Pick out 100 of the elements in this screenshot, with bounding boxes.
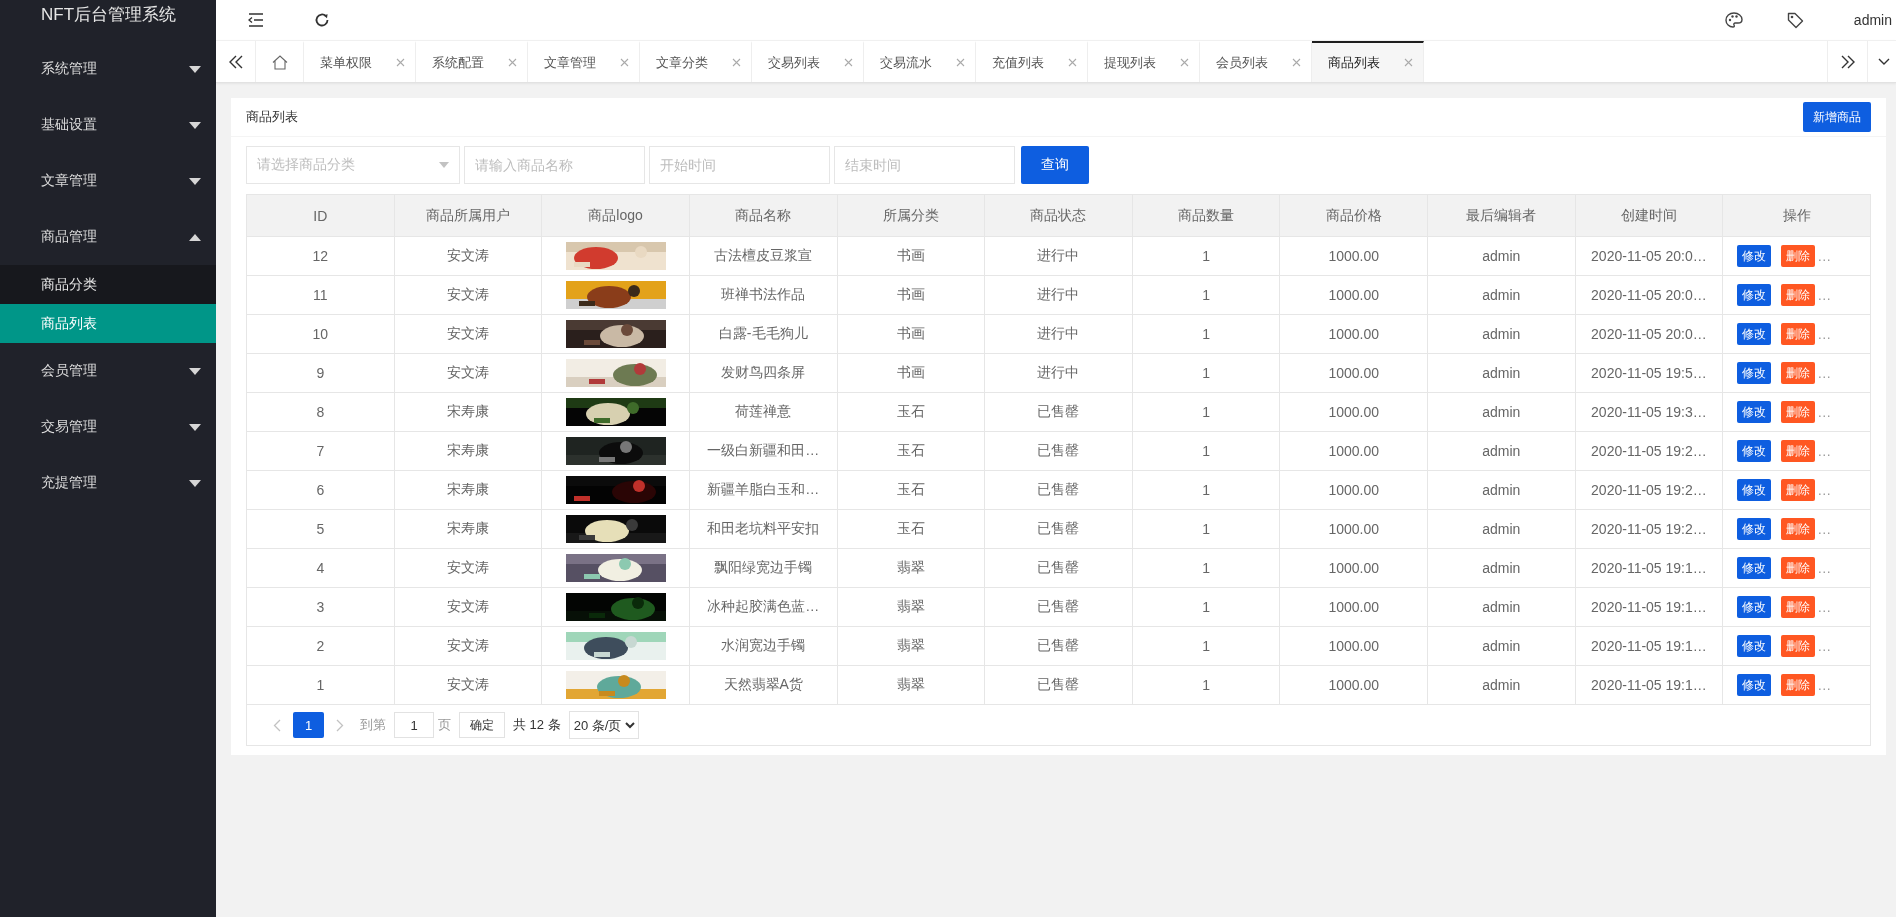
table-cell: 书画 — [837, 314, 985, 354]
palette-icon[interactable] — [1724, 12, 1743, 28]
name-input[interactable]: 请输入商品名称 — [464, 146, 645, 184]
close-icon[interactable] — [396, 58, 405, 67]
table-cell: 9 — [246, 353, 395, 393]
edit-button[interactable]: 修改 — [1737, 479, 1772, 501]
close-icon[interactable] — [620, 58, 629, 67]
table-cell: 进行中 — [984, 275, 1133, 315]
table-cell: 1 — [1132, 470, 1280, 510]
page-tab[interactable]: 菜单权限 — [304, 41, 416, 82]
page-tab[interactable]: 交易流水 — [864, 41, 976, 82]
delete-button[interactable]: 删除 — [1781, 401, 1816, 423]
close-icon[interactable] — [1068, 58, 1077, 67]
delete-button[interactable]: 删除 — [1781, 323, 1816, 345]
page-tab[interactable]: 系统配置 — [416, 41, 528, 82]
page-tab[interactable]: 交易列表 — [752, 41, 864, 82]
table-cell: 5 — [246, 509, 395, 549]
page-size-select[interactable]: 20 条/页 — [568, 711, 639, 739]
table-cell: 2020-11-05 19:1… — [1575, 587, 1723, 627]
menu-fold-icon[interactable] — [248, 13, 264, 27]
edit-button[interactable]: 修改 — [1737, 596, 1772, 618]
delete-button[interactable]: 删除 — [1781, 245, 1816, 267]
sidebar-item[interactable]: 充提管理 — [0, 455, 216, 511]
user-name[interactable]: admin — [1853, 12, 1892, 28]
goto-label: 到第 — [360, 716, 386, 734]
table-cell: 白露-毛毛狗儿 — [689, 314, 837, 354]
sidebar-item[interactable]: 交易管理 — [0, 399, 216, 455]
tag-icon[interactable] — [1786, 11, 1804, 29]
close-icon[interactable] — [844, 58, 853, 67]
edit-button[interactable]: 修改 — [1737, 557, 1772, 579]
edit-button[interactable]: 修改 — [1737, 323, 1772, 345]
edit-button[interactable]: 修改 — [1737, 284, 1772, 306]
close-icon[interactable] — [732, 58, 741, 67]
close-icon[interactable] — [508, 58, 517, 67]
delete-button[interactable]: 删除 — [1781, 635, 1816, 657]
edit-button[interactable]: 修改 — [1737, 362, 1772, 384]
edit-button[interactable]: 修改 — [1737, 245, 1772, 267]
edit-button[interactable]: 修改 — [1737, 518, 1772, 540]
sidebar-item[interactable]: 会员管理 — [0, 343, 216, 399]
page-button[interactable]: 1 — [293, 712, 324, 738]
column-header: 所属分类 — [837, 194, 985, 237]
delete-button[interactable]: 删除 — [1781, 674, 1816, 696]
table-cell: 翡翠 — [837, 548, 985, 588]
page-tab[interactable]: 文章分类 — [640, 41, 752, 82]
sidebar-subitem[interactable]: 商品列表 — [0, 304, 216, 343]
sidebar-subitem[interactable]: 商品分类 — [0, 265, 216, 304]
sidebar-item[interactable]: 系统管理 — [0, 41, 216, 97]
table-cell: admin — [1427, 314, 1576, 354]
close-icon[interactable] — [956, 58, 965, 67]
previous-page-icon[interactable] — [273, 718, 281, 732]
page-tab[interactable]: 提现列表 — [1088, 41, 1200, 82]
table-cell: 安文涛 — [394, 587, 542, 627]
page-tab[interactable]: 商品列表 — [1312, 41, 1424, 82]
table-cell: 已售罄 — [984, 587, 1133, 627]
app-title: NFT后台管理系统 — [40, 4, 178, 26]
confirm-button[interactable]: 确定 — [459, 712, 505, 738]
page-tab[interactable]: 充值列表 — [976, 41, 1088, 82]
more-ellipsis: … — [1817, 599, 1832, 615]
start-date-input[interactable]: 开始时间 — [649, 146, 830, 184]
add-button[interactable]: 新增商品 — [1803, 102, 1871, 132]
delete-button[interactable]: 删除 — [1781, 557, 1816, 579]
edit-button[interactable]: 修改 — [1737, 440, 1772, 462]
close-icon[interactable] — [1404, 58, 1413, 67]
more-ellipsis: … — [1817, 443, 1832, 459]
delete-button[interactable]: 删除 — [1781, 479, 1816, 501]
sidebar-item[interactable]: 基础设置 — [0, 97, 216, 153]
table-cell: 6 — [246, 470, 395, 510]
page-input[interactable]: 1 — [394, 712, 434, 738]
edit-button[interactable]: 修改 — [1737, 674, 1772, 696]
table-cell: 1 — [1132, 275, 1280, 315]
table-cell: admin — [1427, 587, 1576, 627]
sidebar-item[interactable]: 商品管理 — [0, 209, 216, 265]
table-cell: 安文涛 — [394, 626, 542, 666]
end-date-input[interactable]: 结束时间 — [834, 146, 1015, 184]
column-header: 商品数量 — [1132, 194, 1280, 237]
delete-button[interactable]: 删除 — [1781, 518, 1816, 540]
tabs-right-button[interactable] — [1827, 41, 1868, 82]
search-button[interactable]: 查询 — [1021, 146, 1089, 184]
table-cell: 玉石 — [837, 470, 985, 510]
edit-button[interactable]: 修改 — [1737, 401, 1772, 423]
edit-button[interactable]: 修改 — [1737, 635, 1772, 657]
close-icon[interactable] — [1180, 58, 1189, 67]
table-cell: 荷莲禅意 — [689, 392, 837, 432]
table-cell: 翡翠 — [837, 665, 985, 705]
table-cell: 已售罄 — [984, 470, 1133, 510]
chevron-down-icon — [1878, 57, 1890, 66]
refresh-icon[interactable] — [314, 12, 330, 28]
table-cell: 1000.00 — [1279, 548, 1428, 588]
table-cell: 已售罄 — [984, 431, 1133, 471]
table-cell: 2020-11-05 20:0… — [1575, 314, 1723, 354]
next-page-icon[interactable] — [336, 718, 344, 732]
page-tab[interactable]: 文章管理 — [528, 41, 640, 82]
delete-button[interactable]: 删除 — [1781, 596, 1816, 618]
table-cell: 2020-11-05 19:3… — [1575, 392, 1723, 432]
delete-button[interactable]: 删除 — [1781, 362, 1816, 384]
delete-button[interactable]: 删除 — [1781, 440, 1816, 462]
close-icon[interactable] — [1292, 58, 1301, 67]
sidebar-item[interactable]: 文章管理 — [0, 153, 216, 209]
delete-button[interactable]: 删除 — [1781, 284, 1816, 306]
more-ellipsis: … — [1817, 521, 1832, 537]
